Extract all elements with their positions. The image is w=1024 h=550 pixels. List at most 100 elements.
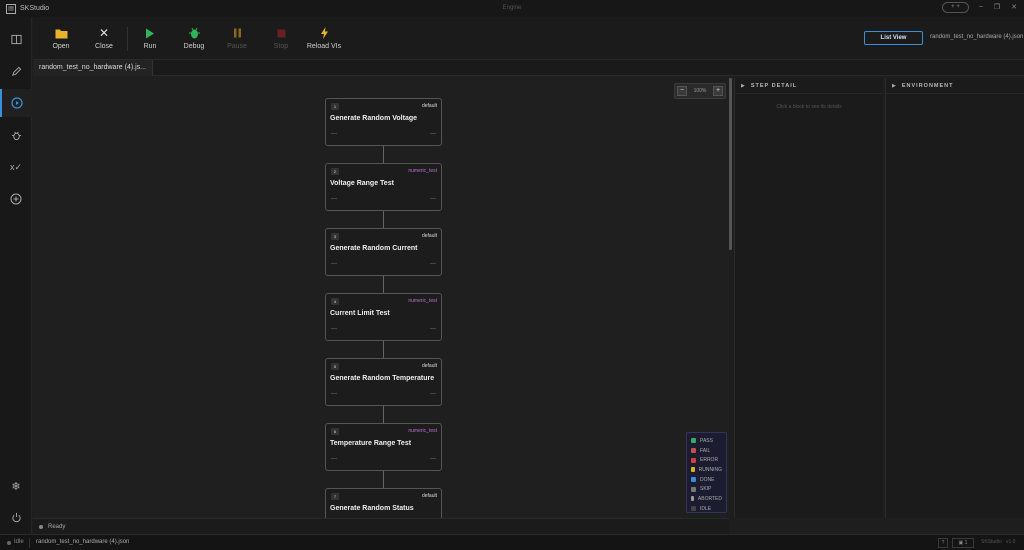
step-title: Current Limit Test: [330, 310, 390, 317]
flow-connector: [383, 406, 384, 424]
idle-indicator-icon: [7, 541, 11, 545]
legend-swatch: [691, 477, 696, 483]
environment-title: ENVIRONMENT: [901, 82, 954, 89]
list-view-button[interactable]: List View: [864, 31, 923, 45]
status-bar: Idle random_test_no_hardware (4).json ? …: [0, 534, 1024, 550]
pencil-icon: [11, 66, 21, 76]
engine-state: Idle: [14, 539, 24, 545]
rail-run-button[interactable]: [0, 89, 32, 117]
stop-icon: [277, 29, 285, 37]
step-block[interactable]: 2 numeric_test Voltage Range Test: [325, 163, 442, 211]
bug-icon: [11, 131, 21, 140]
output-port: [430, 328, 436, 329]
step-block[interactable]: 5 default Generate Random Temperature: [325, 358, 442, 406]
footer-divider: [29, 538, 30, 548]
input-port: [331, 133, 337, 134]
rail-edit-button[interactable]: [0, 57, 32, 85]
canvas-scrollbar[interactable]: [729, 78, 732, 250]
close-window-icon[interactable]: ✕: [1009, 3, 1019, 11]
debug-label: Debug: [183, 43, 205, 50]
rail-power-button[interactable]: [0, 503, 32, 531]
maximize-icon[interactable]: ❐: [992, 3, 1002, 11]
output-port: [430, 393, 436, 394]
snowflake-icon: ❄: [11, 480, 21, 493]
legend-item: SKIP: [691, 484, 722, 494]
run-button[interactable]: Run: [125, 26, 175, 50]
zoom-in-button[interactable]: +: [712, 86, 723, 96]
close-button[interactable]: ✕ Close: [79, 26, 129, 50]
app-logo-icon: ▤: [6, 3, 16, 14]
pause-button[interactable]: Pause: [212, 26, 262, 50]
step-type: default: [421, 493, 437, 499]
step-block[interactable]: 4 numeric_test Current Limit Test: [325, 293, 442, 341]
step-type: default: [421, 103, 437, 109]
window-pill-button[interactable]: + +: [942, 2, 969, 13]
flow-connector: [383, 471, 384, 489]
rail-debug-button[interactable]: [0, 121, 32, 149]
rail-panels-button[interactable]: [0, 25, 32, 53]
panel-count-button[interactable]: ▣ 1: [952, 538, 974, 548]
step-block[interactable]: 6 numeric_test Temperature Range Test: [325, 423, 442, 471]
run-label: Run: [143, 43, 157, 50]
folder-icon: [55, 29, 67, 38]
step-title: Temperature Range Test: [330, 440, 412, 447]
ready-status: Ready: [48, 523, 66, 530]
rail-add-button[interactable]: [0, 185, 32, 213]
flow-canvas[interactable]: − 100% + 1 default Generate Random Volta…: [33, 76, 729, 518]
play-circle-icon: [11, 97, 23, 109]
zoom-out-button[interactable]: −: [677, 86, 687, 96]
step-index: 3: [331, 233, 339, 240]
minimize-icon[interactable]: –: [976, 3, 986, 10]
canvas-status-strip: Ready: [33, 518, 729, 534]
caret-right-icon: ▶: [741, 82, 745, 89]
plus-circle-icon: [10, 193, 22, 205]
bug-icon: [188, 27, 200, 39]
toolbar: Open ✕ Close Run Debug Pause Stop Reload…: [33, 17, 1024, 60]
reload-vis-button[interactable]: Reload VIs: [299, 26, 349, 50]
flow-connector: [383, 341, 384, 359]
step-detail-title: STEP DETAIL: [750, 82, 798, 89]
legend-label: PASS: [700, 437, 713, 444]
flow-connector: [383, 276, 384, 294]
current-file-name: random_test_no_hardware (4).json: [930, 34, 1024, 40]
legend-swatch: [691, 438, 696, 444]
play-icon: [146, 28, 154, 38]
legend-label: DONE: [700, 476, 715, 483]
output-port: [430, 263, 436, 264]
step-block[interactable]: 3 default Generate Random Current: [325, 228, 442, 276]
environment-panel: ▶ ENVIRONMENT: [885, 78, 1024, 518]
legend-swatch: [691, 496, 694, 502]
tab-sequence-file[interactable]: random_test_no_hardware (4).js...: [33, 60, 153, 76]
footer-app-name: SKStudio: [981, 539, 1002, 545]
flow-connector: [383, 146, 384, 164]
rail-settings-button[interactable]: ❄: [0, 472, 32, 500]
legend-item: IDLE: [691, 504, 722, 514]
environment-header[interactable]: ▶ ENVIRONMENT: [886, 78, 1024, 94]
lightning-icon: [320, 27, 328, 39]
legend-label: FAIL: [700, 447, 711, 454]
step-block[interactable]: 7 default Generate Random Status: [325, 488, 442, 518]
book-icon: [10, 34, 22, 44]
stop-label: Stop: [273, 43, 289, 50]
step-block[interactable]: 1 default Generate Random Voltage: [325, 98, 442, 146]
step-title: Generate Random Current: [330, 245, 418, 252]
step-index: 2: [331, 168, 339, 175]
rail-variables-button[interactable]: x✓: [0, 153, 32, 181]
legend-label: SKIP: [700, 486, 712, 493]
step-title: Voltage Range Test: [330, 180, 394, 187]
legend-label: RUNNING: [698, 466, 722, 473]
output-port: [430, 133, 436, 134]
close-label: Close: [95, 43, 113, 50]
window-title: Engine: [502, 5, 522, 11]
legend-swatch: [691, 506, 696, 512]
input-port: [331, 458, 337, 459]
step-detail-header[interactable]: ▶ STEP DETAIL: [735, 78, 883, 94]
input-port: [331, 393, 337, 394]
pause-label: Pause: [227, 43, 247, 50]
flow-connector: [383, 211, 384, 229]
output-port: [430, 458, 436, 459]
output-port: [430, 198, 436, 199]
help-button[interactable]: ?: [938, 538, 948, 548]
step-title: Generate Random Temperature: [330, 375, 435, 382]
step-title: Generate Random Voltage: [330, 115, 418, 122]
